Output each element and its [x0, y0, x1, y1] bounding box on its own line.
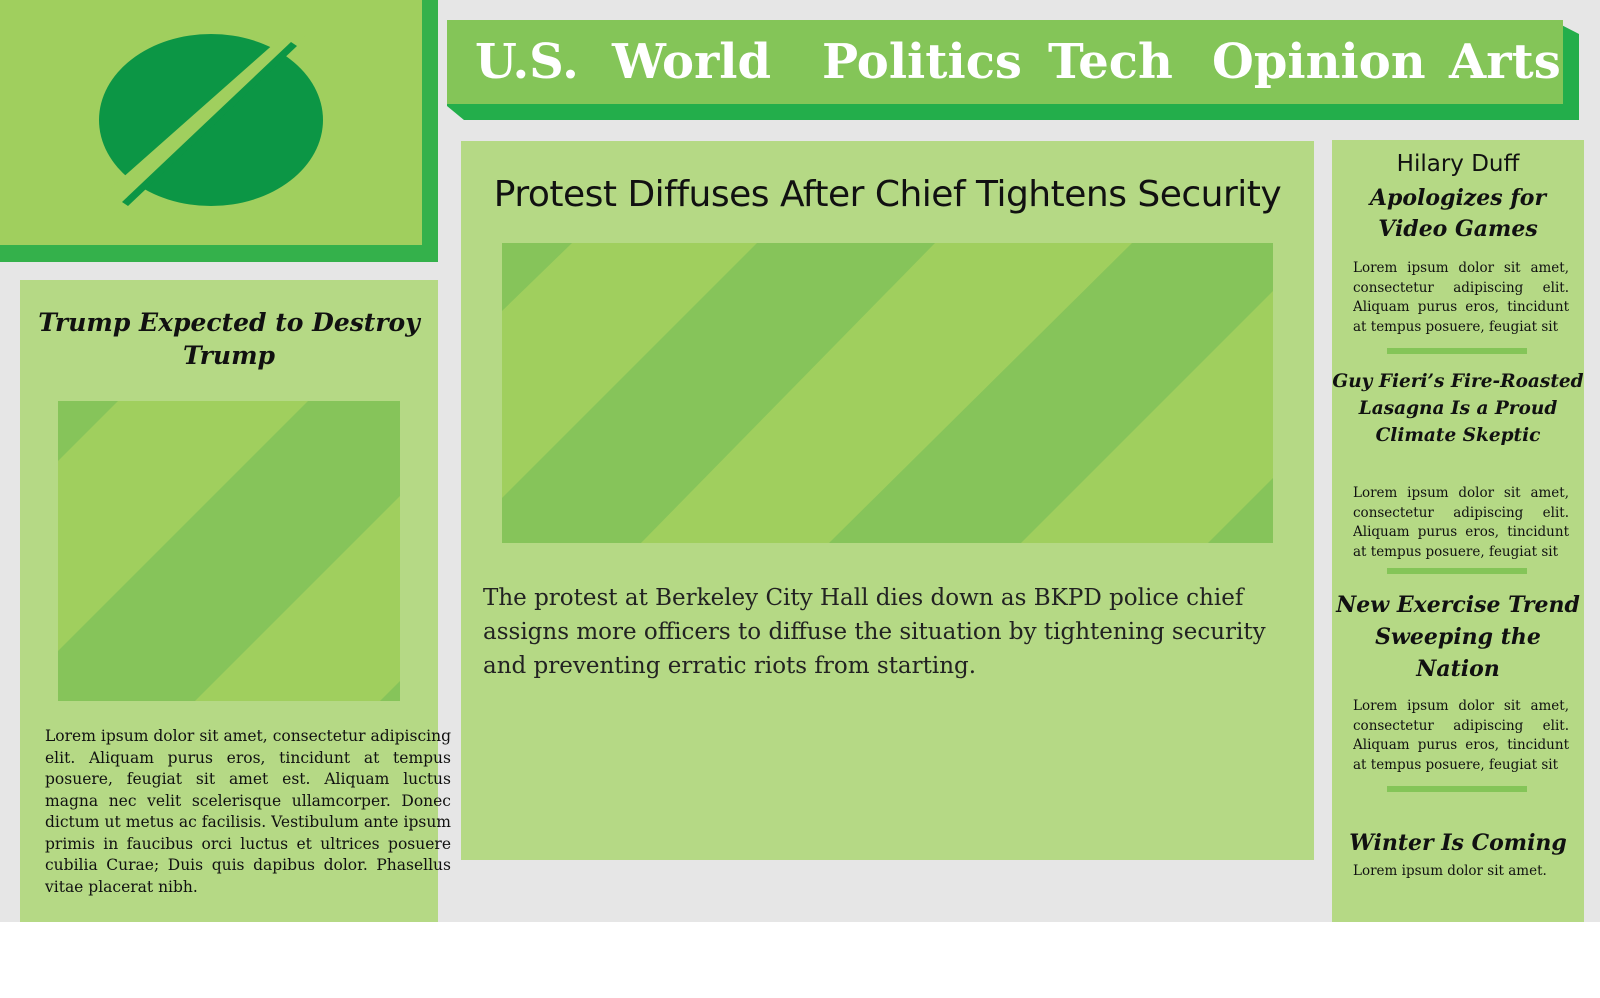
- sidebar-item-body: Lorem ipsum dolor sit amet.: [1353, 863, 1547, 879]
- nav-item-arts[interactable]: Arts: [1449, 20, 1561, 104]
- sidebar-item-kicker[interactable]: Hilary Duff: [1332, 150, 1584, 178]
- leaf-logo-icon: [95, 34, 323, 214]
- sidebar-divider: [1387, 786, 1527, 792]
- image-placeholder-icon: [58, 401, 400, 701]
- nav-item-us[interactable]: U.S.: [475, 20, 579, 104]
- sidebar: Hilary Duff Apologizes for Video Games L…: [1332, 140, 1584, 922]
- sidebar-item-headline[interactable]: New Exercise Trend Sweeping the Nation: [1332, 589, 1584, 685]
- main-nav: U.S. World Politics Tech Opinion Arts: [447, 20, 1563, 104]
- left-story-headline[interactable]: Trump Expected to Destroy Trump: [20, 306, 438, 372]
- left-story-body: Lorem ipsum dolor sit amet, consectetur …: [45, 727, 451, 896]
- sidebar-item-headline[interactable]: Winter Is Coming: [1332, 828, 1584, 858]
- sidebar-item-body: Lorem ipsum dolor sit amet, consectetur …: [1353, 485, 1569, 560]
- main-story-card: Protest Diffuses After Chief Tightens Se…: [461, 141, 1314, 860]
- nav-item-opinion[interactable]: Opinion: [1212, 20, 1426, 104]
- page-background: U.S. World Politics Tech Opinion Arts Tr…: [0, 0, 1600, 922]
- nav-item-world[interactable]: World: [612, 20, 771, 104]
- sidebar-item-body: Lorem ipsum dolor sit amet, consectetur …: [1353, 698, 1569, 773]
- main-story-headline[interactable]: Protest Diffuses After Chief Tightens Se…: [461, 173, 1314, 217]
- sidebar-divider: [1387, 348, 1527, 354]
- nav-item-tech[interactable]: Tech: [1048, 20, 1173, 104]
- image-placeholder-icon: [502, 243, 1273, 543]
- nav-item-politics[interactable]: Politics: [822, 20, 1022, 104]
- left-story-image[interactable]: [58, 401, 400, 701]
- main-story-image[interactable]: [502, 243, 1273, 543]
- main-story-body: The protest at Berkeley City Hall dies d…: [483, 585, 1266, 679]
- logo[interactable]: [0, 0, 422, 245]
- sidebar-divider: [1387, 568, 1527, 574]
- sidebar-item-headline[interactable]: Apologizes for Video Games: [1332, 183, 1584, 245]
- sidebar-item-body: Lorem ipsum dolor sit amet, consectetur …: [1353, 260, 1569, 335]
- sidebar-item-headline[interactable]: Guy Fieri’s Fire-Roasted Lasagna Is a Pr…: [1326, 368, 1590, 449]
- left-story-card: Trump Expected to Destroy Trump Lorem ip…: [20, 280, 451, 922]
